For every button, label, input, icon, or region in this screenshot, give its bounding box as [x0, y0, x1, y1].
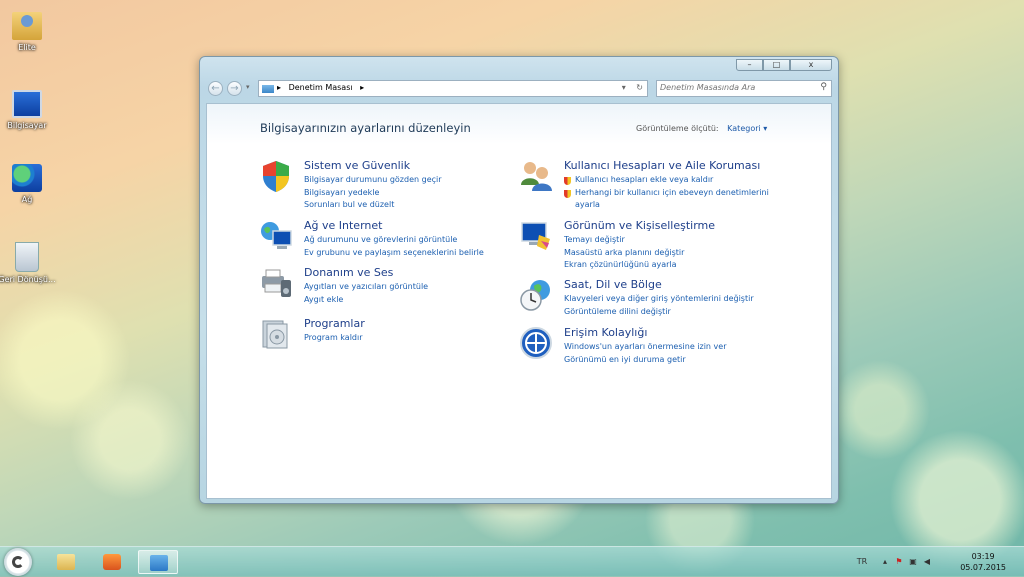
category-link[interactable]: Klavyeleri veya diğer giriş yöntemlerini…: [564, 293, 754, 306]
view-by-label: Görüntüleme ölçütü:: [636, 124, 719, 133]
category-title[interactable]: Ağ ve Internet: [304, 219, 382, 232]
category-link[interactable]: ayarla: [564, 199, 769, 212]
breadcrumb-control-panel[interactable]: Denetim Masası: [289, 83, 353, 92]
user-folder-icon: [12, 12, 42, 40]
category-link[interactable]: Sorunları bul ve düzelt: [304, 199, 442, 212]
category-title[interactable]: Kullanıcı Hesapları ve Aile Koruması: [564, 159, 760, 172]
taskbar-explorer[interactable]: [46, 550, 86, 574]
start-button[interactable]: [4, 548, 32, 576]
category-title[interactable]: Sistem ve Güvenlik: [304, 159, 410, 172]
programs-icon[interactable]: [259, 317, 293, 351]
system-tray: TR ▴ ⚑ ▣ ◀ 03:19 05.07.2015: [854, 547, 1024, 577]
folder-icon: [57, 554, 75, 570]
category-title[interactable]: Saat, Dil ve Bölge: [564, 278, 662, 291]
accessibility-icon[interactable]: [519, 326, 553, 360]
search-input[interactable]: [660, 83, 810, 92]
category-title[interactable]: Programlar: [304, 317, 365, 330]
users-icon[interactable]: [519, 159, 553, 193]
desktop-icon-label: Elite: [18, 43, 36, 52]
desktop-icon-user[interactable]: Elite: [0, 12, 57, 52]
volume-icon[interactable]: ◀: [922, 557, 932, 567]
desktop-icon-label: Ağ: [21, 195, 33, 204]
computer-icon: [12, 90, 42, 118]
action-center-flag-icon[interactable]: ⚑: [894, 557, 904, 567]
category-link[interactable]: Herhangi bir kullanıcı için ebeveyn dene…: [564, 187, 769, 200]
view-by-dropdown[interactable]: Kategori ▾: [727, 124, 767, 133]
taskbar-media-player[interactable]: [92, 550, 132, 574]
category-link[interactable]: Kullanıcı hesapları ekle veya kaldır: [564, 174, 769, 187]
close-button[interactable]: x: [790, 59, 832, 71]
category-link[interactable]: Ekran çözünürlüğünü ayarla: [564, 259, 684, 272]
globe-network-icon[interactable]: [259, 219, 293, 253]
category-link[interactable]: Görüntüleme dilini değiştir: [564, 306, 754, 319]
control-panel-icon: [150, 555, 168, 571]
category-link[interactable]: Görünümü en iyi duruma getir: [564, 354, 726, 367]
clock-date: 05.07.2015: [960, 563, 1006, 572]
show-hidden-icons-icon[interactable]: ▴: [880, 557, 890, 567]
address-separator[interactable]: ▸: [360, 83, 364, 92]
network-icon: [12, 164, 42, 192]
category-link[interactable]: Masaüstü arka planını değiştir: [564, 247, 684, 260]
category-link[interactable]: Aygıt ekle: [304, 294, 428, 307]
window-controls: – □ x: [736, 59, 832, 71]
desktop-icon-recycle-bin[interactable]: Geri Dönüşü...: [0, 242, 57, 284]
search-icon[interactable]: ⚲: [820, 82, 827, 92]
shield-icon[interactable]: [259, 159, 293, 193]
address-bar[interactable]: ▸ Denetim Masası ▸ ▾ ↻: [258, 80, 648, 97]
page-title: Bilgisayarınızın ayarlarını düzenleyin: [260, 121, 471, 135]
refresh-icon[interactable]: ↻: [636, 83, 643, 92]
category-link[interactable]: Windows'un ayarları önermesine izin ver: [564, 341, 726, 354]
clock-globe-icon[interactable]: [519, 278, 553, 312]
control-panel-icon: [262, 85, 274, 93]
category-title[interactable]: Görünüm ve Kişiselleştirme: [564, 219, 715, 232]
address-dropdown-icon[interactable]: ▾: [622, 83, 626, 92]
back-button[interactable]: ←: [208, 81, 223, 96]
address-separator: ▸: [277, 83, 282, 92]
control-panel-window[interactable]: – □ x ← → ▾ ▸ Denetim Masası ▸ ▾ ↻ ⚲ Bil…: [199, 56, 839, 504]
monitor-paint-icon[interactable]: [519, 219, 553, 253]
language-indicator[interactable]: TR: [854, 557, 870, 567]
clock[interactable]: 03:19 05.07.2015: [960, 551, 1006, 573]
search-box[interactable]: ⚲: [656, 80, 832, 97]
main-content: Bilgisayarınızın ayarlarını düzenleyin G…: [206, 103, 832, 499]
view-by: Görüntüleme ölçütü: Kategori ▾: [636, 124, 767, 133]
desktop-icon-label: Geri Dönüşü...: [0, 275, 56, 284]
printer-speaker-icon[interactable]: [259, 266, 293, 300]
category-link[interactable]: Ağ durumunu ve görevlerini görüntüle: [304, 234, 484, 247]
desktop-icon-label: Bilgisayar: [7, 121, 47, 130]
forward-button[interactable]: →: [227, 81, 242, 96]
desktop-icon-network[interactable]: Ağ: [0, 164, 57, 204]
category-link[interactable]: Aygıtları ve yazıcıları görüntüle: [304, 281, 428, 294]
clock-time: 03:19: [971, 552, 995, 561]
taskbar: TR ▴ ⚑ ▣ ◀ 03:19 05.07.2015: [0, 546, 1024, 577]
category-link[interactable]: Bilgisayar durumunu gözden geçir: [304, 174, 442, 187]
recycle-bin-icon: [15, 242, 39, 272]
category-link[interactable]: Program kaldır: [304, 332, 363, 345]
minimize-button[interactable]: –: [736, 59, 763, 71]
desktop-icon-computer[interactable]: Bilgisayar: [0, 90, 57, 130]
taskbar-control-panel[interactable]: [138, 550, 178, 574]
category-link[interactable]: Bilgisayarı yedekle: [304, 187, 442, 200]
media-player-icon: [103, 554, 121, 570]
category-link[interactable]: Temayı değiştir: [564, 234, 684, 247]
recent-pages-chevron-icon[interactable]: ▾: [246, 83, 250, 91]
category-title[interactable]: Donanım ve Ses: [304, 266, 393, 279]
category-link[interactable]: Ev grubunu ve paylaşım seçeneklerini bel…: [304, 247, 484, 260]
category-title[interactable]: Erişim Kolaylığı: [564, 326, 647, 339]
maximize-button[interactable]: □: [763, 59, 790, 71]
navigation-bar: ← → ▾ ▸ Denetim Masası ▸ ▾ ↻ ⚲: [208, 80, 832, 98]
network-tray-icon[interactable]: ▣: [908, 557, 918, 567]
